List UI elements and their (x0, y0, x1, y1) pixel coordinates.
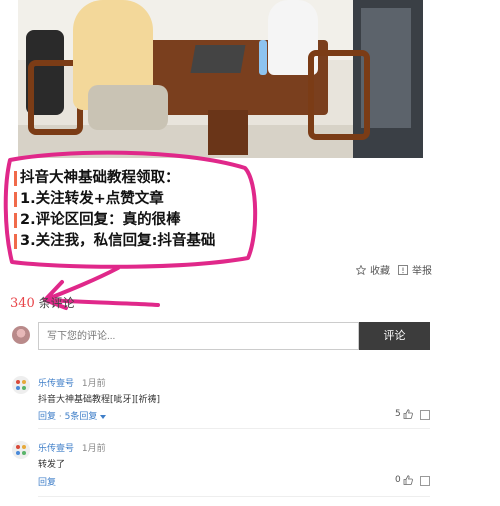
reply-button[interactable]: 回复 (38, 475, 56, 488)
comment-username[interactable]: 乐传壹号 (38, 379, 74, 389)
caption-line: 1.关注转发+点赞文章 (14, 189, 234, 210)
photo-bottle (259, 40, 267, 75)
submit-comment-button[interactable]: 评论 (359, 322, 430, 350)
chevron-down-icon[interactable] (100, 414, 107, 419)
comment-meta: 乐传壹号 1月前 (38, 376, 106, 389)
like-button[interactable]: 5 (395, 409, 413, 419)
caption-line: 3.关注我，私信回复:抖音基础 (14, 231, 234, 252)
thumbs-up-icon (403, 409, 413, 419)
report-button[interactable]: 举报 (398, 262, 432, 277)
collect-label: 收藏 (370, 266, 390, 277)
collect-button[interactable]: 收藏 (356, 262, 390, 277)
comment-time: 1月前 (81, 379, 106, 389)
comment-count: 340 条评论 (10, 294, 75, 311)
view-replies-button[interactable]: 5条回复 (65, 412, 98, 422)
commenter-avatar (12, 441, 30, 459)
commenter-avatar (12, 376, 30, 394)
caption-line: 抖音大神基础教程领取： (14, 168, 234, 189)
reply-button[interactable]: 回复 (38, 412, 56, 422)
article-photo (18, 0, 423, 158)
comment-input[interactable] (38, 322, 359, 350)
like-count: 5 (395, 409, 401, 419)
comment-text: 转发了 (38, 460, 66, 470)
photo-person-left-legs (88, 85, 168, 130)
comment-text: 抖音大神基础教程[呲牙][祈祷] (38, 395, 161, 405)
comment-meta: 乐传壹号 1月前 (38, 441, 106, 454)
report-icon (398, 264, 408, 275)
comment-divider (38, 428, 430, 429)
comment-divider (38, 496, 430, 497)
report-comment-icon[interactable] (420, 410, 430, 420)
current-user-avatar (12, 326, 30, 344)
report-comment-icon[interactable] (420, 476, 430, 486)
promo-caption: 抖音大神基础教程领取： 1.关注转发+点赞文章 2.评论区回复：真的很棒 3.关… (14, 168, 234, 252)
comment-username[interactable]: 乐传壹号 (38, 444, 74, 454)
report-label: 举报 (412, 266, 432, 277)
comment-count-number: 340 (10, 296, 35, 311)
like-count: 0 (395, 475, 401, 485)
thumbs-up-icon (403, 475, 413, 485)
photo-table-leg (208, 110, 248, 155)
photo-laptop (190, 45, 246, 73)
like-button[interactable]: 0 (395, 475, 413, 485)
comment-actions: 回复 · 5条回复 (38, 409, 107, 422)
caption-line: 2.评论区回复：真的很棒 (14, 210, 234, 231)
photo-chair-right (308, 50, 370, 140)
comment-count-label: 条评论 (38, 296, 75, 310)
comment-time: 1月前 (81, 444, 106, 454)
star-icon (356, 264, 366, 275)
